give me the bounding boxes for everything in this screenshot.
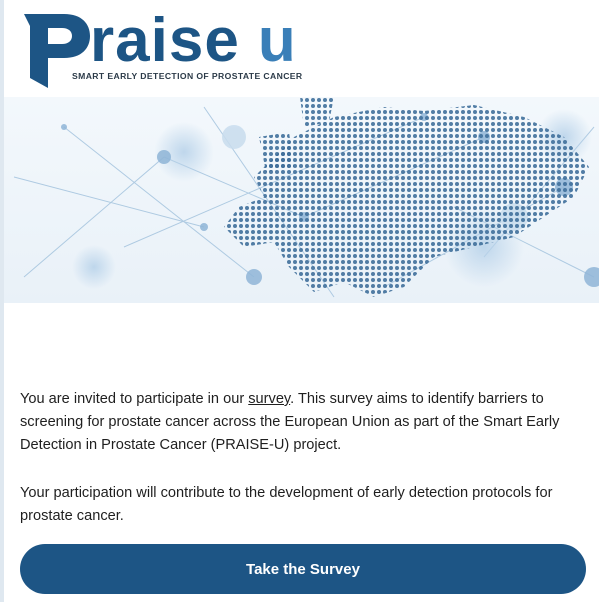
survey-link[interactable]: survey (248, 391, 290, 407)
logo-wordmark: raise u (90, 10, 297, 72)
participation-paragraph: Your participation will contribute to th… (20, 485, 553, 524)
left-edge-strip-lower (0, 360, 4, 602)
logo-tagline: SMART EARLY DETECTION OF PROSTATE CANCER (72, 71, 303, 81)
europe-network-map-icon (13, 97, 599, 298)
logo-word-u: u (257, 6, 297, 75)
take-survey-button[interactable]: Take the Survey (20, 544, 586, 594)
europe-banner-image (4, 97, 599, 303)
logo-word-raise: raise (90, 6, 240, 75)
invitation-text-start: You are invited to participate in our (20, 391, 249, 407)
invitation-paragraph: You are invited to participate in our su… (20, 388, 585, 457)
praise-u-logo: raise u SMART EARLY DETECTION OF PROSTATE… (20, 8, 310, 90)
